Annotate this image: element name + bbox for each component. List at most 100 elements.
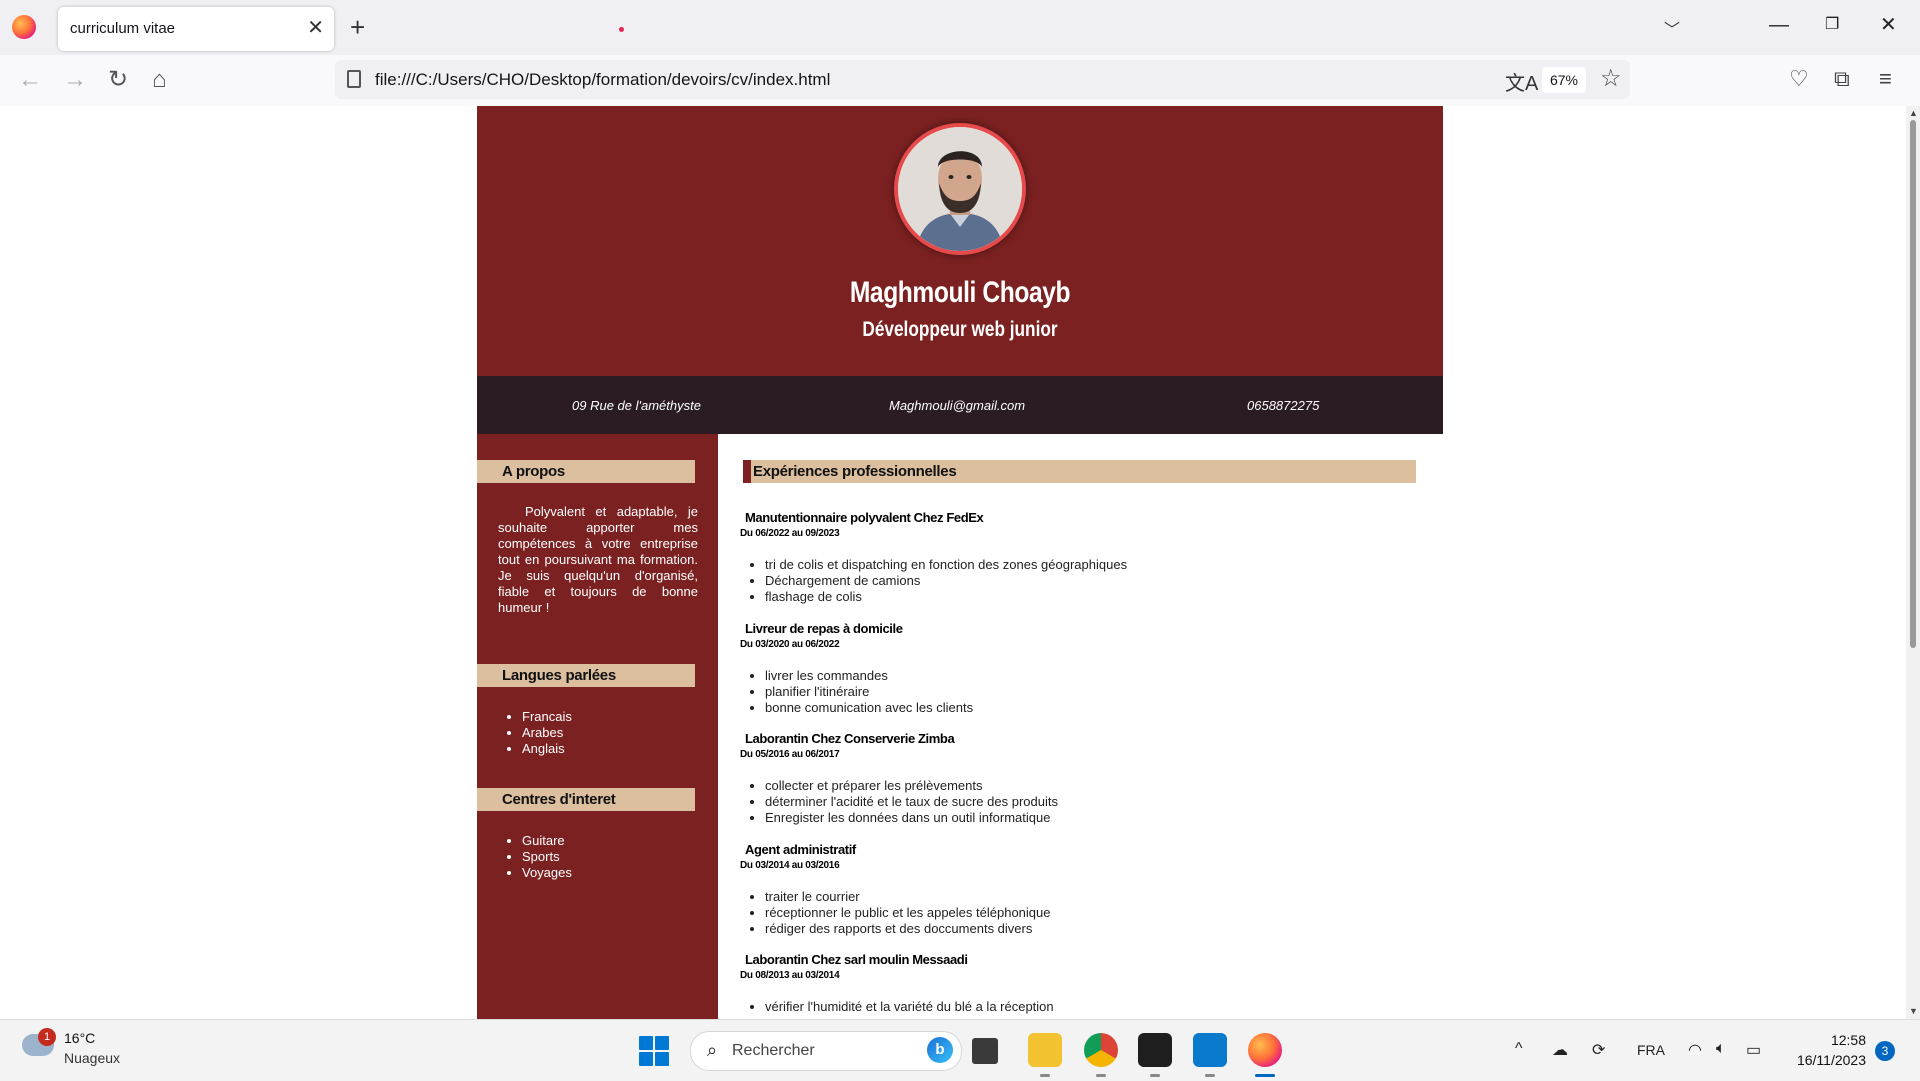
pocket-icon[interactable]: ♡ (1789, 65, 1809, 93)
address-bar[interactable]: file:///C:/Users/CHO/Desktop/formation/d… (335, 60, 1630, 99)
profile-photo (894, 123, 1026, 255)
extensions-icon[interactable]: ⧉ (1834, 65, 1850, 93)
languages-heading: Langues parlées (477, 664, 695, 687)
job-dates: Du 05/2016 au 06/2017 (740, 749, 840, 760)
navigation-toolbar: ← → ↻ ⌂ file:///C:/Users/CHO/Desktop/for… (0, 55, 1920, 107)
firefox-logo-icon (12, 15, 36, 39)
job-tasks: vérifier l'humidité et la variété du blé… (765, 999, 1054, 1015)
taskbar-search[interactable]: ⌕ Rechercher b (690, 1031, 962, 1071)
weather-description: Nuageux (64, 1050, 121, 1066)
volume-icon[interactable]: 🔈︎ (1716, 1040, 1726, 1058)
job-tasks: collecter et préparer les prélèvements d… (765, 778, 1058, 826)
menu-icon[interactable]: ≡ (1879, 65, 1892, 93)
list-item: réceptionner le public et les appeles té… (765, 905, 1050, 921)
job-dates: Du 03/2014 au 03/2016 (740, 860, 840, 871)
list-item: planifier l'itinéraire (765, 684, 973, 700)
list-item: bonne comunication avec les clients (765, 700, 973, 716)
contact-phone: 0658872275 (1247, 398, 1320, 413)
tab-title: curriculum vitae (70, 20, 176, 37)
forward-button[interactable]: → (63, 66, 87, 94)
notification-badge[interactable]: 3 (1875, 1041, 1895, 1061)
job-dates: Du 08/2013 au 03/2014 (740, 970, 840, 981)
vertical-scrollbar[interactable]: ▲ ▼ (1906, 106, 1920, 1019)
job-title: Laborantin Chez Conserverie Zimba (745, 731, 955, 746)
languages-list: Francais Arabes Anglais (522, 709, 572, 757)
list-item: Enregister les données dans un outil inf… (765, 810, 1058, 826)
list-item: Voyages (522, 865, 572, 881)
about-text: Polyvalent et adaptable, je souhaite app… (498, 504, 698, 615)
battery-icon[interactable]: ▭ (1746, 1040, 1761, 1060)
tab-close-icon[interactable]: ✕ (307, 16, 324, 40)
wifi-icon[interactable]: ◠ (1688, 1040, 1702, 1060)
scroll-up-arrow-icon[interactable]: ▲ (1909, 108, 1918, 118)
page-viewport: Maghmouli Choayb Développeur web junior … (0, 106, 1906, 1019)
back-button[interactable]: ← (18, 66, 42, 94)
weather-alert-badge: 1 (38, 1028, 56, 1046)
start-button[interactable] (639, 1036, 669, 1066)
app-active-indicator (1255, 1074, 1275, 1077)
job-title: Agent administratif (745, 842, 856, 857)
chrome-icon[interactable] (1084, 1033, 1118, 1067)
terminal-icon[interactable] (1138, 1033, 1172, 1067)
cv-header: Maghmouli Choayb Développeur web junior (477, 106, 1443, 376)
interests-heading: Centres d'interet (477, 788, 695, 811)
weather-temperature: 16°C (64, 1030, 96, 1046)
bookmark-star-icon[interactable]: ☆ (1600, 64, 1622, 93)
cv-name: Maghmouli Choayb (849, 276, 1071, 309)
list-item: collecter et préparer les prélèvements (765, 778, 1058, 794)
job-dates: Du 03/2020 au 06/2022 (740, 639, 840, 650)
restore-button[interactable]: ❐ (1825, 13, 1839, 37)
languages-heading-label: Langues parlées (502, 667, 616, 684)
url-text[interactable]: file:///C:/Users/CHO/Desktop/formation/d… (375, 70, 830, 90)
interests-heading-label: Centres d'interet (502, 791, 616, 808)
list-all-tabs-button[interactable]: ﹀ (1664, 16, 1680, 40)
windows-taskbar: 1 16°C Nuageux ⌕ Rechercher b ^ ☁ ⟳ FRA … (0, 1019, 1920, 1081)
app-running-indicator (1040, 1074, 1050, 1077)
system-clock[interactable]: 12:58 16/11/2023 (1786, 1030, 1866, 1070)
bing-icon[interactable]: b (927, 1037, 953, 1063)
recording-indicator (619, 27, 624, 32)
app-running-indicator (1096, 1074, 1106, 1077)
clock-time: 12:58 (1830, 1032, 1866, 1048)
contact-address: 09 Rue de l'améthyste (572, 398, 701, 413)
task-view-icon[interactable] (972, 1038, 998, 1064)
list-item: Déchargement de camions (765, 573, 1127, 589)
list-item: livrer les commandes (765, 668, 973, 684)
new-tab-button[interactable]: + (350, 12, 365, 42)
onedrive-icon[interactable]: ☁ (1552, 1040, 1568, 1060)
close-window-button[interactable]: ✕ (1880, 13, 1897, 37)
search-placeholder: Rechercher (732, 1042, 815, 1059)
cv-main: Expériences professionnelles Manutention… (718, 434, 1443, 1019)
firefox-icon[interactable] (1248, 1033, 1282, 1067)
scroll-down-arrow-icon[interactable]: ▼ (1909, 1006, 1918, 1016)
file-explorer-icon[interactable] (1028, 1033, 1062, 1067)
vscode-icon[interactable] (1193, 1033, 1227, 1067)
scrollbar-thumb[interactable] (1910, 120, 1916, 648)
list-item: tri de colis et dispatching en fonction … (765, 557, 1127, 573)
sync-icon[interactable]: ⟳ (1592, 1040, 1605, 1060)
list-item: traiter le courrier (765, 889, 1050, 905)
cv-page: Maghmouli Choayb Développeur web junior … (477, 106, 1443, 1019)
experience-heading-label: Expériences professionnelles (753, 463, 957, 480)
job-title: Manutentionnaire polyvalent Chez FedEx (745, 510, 984, 525)
cv-role: Développeur web junior (862, 318, 1058, 341)
search-icon: ⌕ (707, 1040, 718, 1060)
translate-icon[interactable]: 文A (1505, 67, 1538, 96)
zoom-level-button[interactable]: 67% (1542, 67, 1586, 93)
reload-button[interactable]: ↻ (108, 66, 128, 94)
about-heading: A propos (477, 460, 695, 483)
job-tasks: tri de colis et dispatching en fonction … (765, 557, 1127, 605)
job-title: Livreur de repas à domicile (745, 621, 903, 636)
input-language[interactable]: FRA (1637, 1042, 1665, 1058)
cv-sidebar: A propos Polyvalent et adaptable, je sou… (477, 434, 718, 1019)
show-hidden-icons-chevron-icon[interactable]: ^ (1515, 1040, 1523, 1058)
list-item: déterminer l'acidité et le taux de sucre… (765, 794, 1058, 810)
minimize-button[interactable]: — (1769, 13, 1789, 37)
browser-tab-bar: curriculum vitae ✕ + ﹀ — ❐ ✕ (0, 0, 1920, 55)
page-icon (347, 70, 361, 88)
clock-date: 16/11/2023 (1796, 1052, 1866, 1068)
home-button[interactable]: ⌂ (152, 66, 167, 94)
list-item: Arabes (522, 725, 572, 741)
interests-list: Guitare Sports Voyages (522, 833, 572, 881)
active-tab[interactable]: curriculum vitae ✕ (58, 7, 334, 51)
